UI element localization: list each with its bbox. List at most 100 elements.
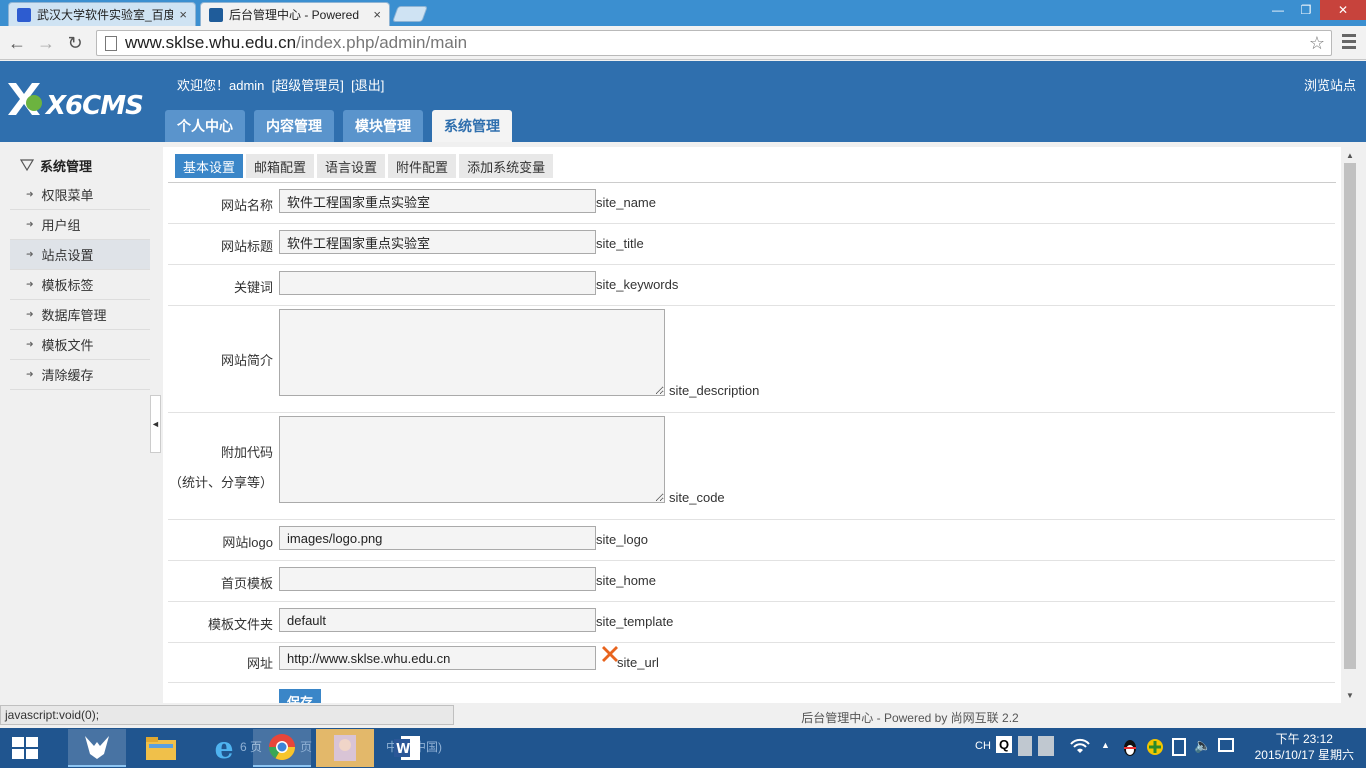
sidebar-item-clear-cache[interactable]: ➜ 清除缓存: [10, 360, 150, 390]
close-tab-icon[interactable]: ×: [373, 7, 381, 22]
form-row-site-home: 首页模板 site_home: [168, 561, 1335, 602]
scroll-up-icon[interactable]: ▲: [1342, 147, 1358, 163]
browser-menu-icon[interactable]: [1342, 34, 1356, 52]
subtab-basic-settings[interactable]: 基本设置: [175, 154, 244, 178]
arrow-icon: ➜: [26, 339, 34, 349]
footer-text: 后台管理中心 - Powered by: [801, 711, 948, 725]
browse-site-link[interactable]: 浏览站点: [1304, 75, 1356, 94]
field-var-name: site_name: [596, 195, 656, 210]
taskbar-word-icon[interactable]: W: [378, 729, 436, 767]
tab-module-management[interactable]: 模块管理: [343, 110, 423, 142]
sidebar-item-database[interactable]: ➜ 数据库管理: [10, 300, 150, 330]
field-var-name: site_description: [669, 383, 760, 398]
battery-icon[interactable]: [1172, 738, 1186, 756]
welcome-bar: 欢迎您！admin [超级管理员] [退出]: [177, 75, 384, 94]
close-tab-icon[interactable]: ×: [179, 7, 187, 22]
sidebar-item-site-settings[interactable]: ➜ 站点设置: [10, 240, 150, 270]
scrollbar-thumb[interactable]: [1344, 163, 1356, 669]
sidebar-item-permission-menu[interactable]: ➜ 权限菜单: [10, 180, 150, 210]
field-label: 首页模板: [220, 576, 273, 591]
footer-brand-link[interactable]: 尚网互联: [951, 711, 999, 725]
new-tab-button[interactable]: [392, 6, 428, 22]
site-name-input[interactable]: [279, 189, 596, 213]
ime-tool-icon[interactable]: [1018, 736, 1032, 756]
arrow-icon: ➜: [26, 219, 34, 229]
security-plus-icon[interactable]: [1146, 738, 1164, 756]
site-home-input[interactable]: [279, 567, 596, 591]
field-label: 模板文件夹: [207, 617, 273, 632]
site-template-input[interactable]: [279, 608, 596, 632]
site-logo-input[interactable]: [279, 526, 596, 550]
role-link[interactable]: [超级管理员]: [272, 78, 344, 93]
taskbar-fox-app-icon[interactable]: [68, 729, 126, 767]
svg-text:W: W: [396, 742, 410, 757]
baidu-paw-icon: [17, 7, 31, 22]
volume-icon[interactable]: 🔈: [1194, 737, 1211, 754]
sidebar-collapse-handle[interactable]: ◄: [150, 395, 161, 453]
save-button[interactable]: 保存: [279, 689, 321, 703]
site-url-input[interactable]: [279, 646, 596, 670]
bookmark-star-icon[interactable]: ☆: [1309, 33, 1325, 54]
back-arrow-icon[interactable]: ←: [6, 32, 28, 54]
taskbar-clock[interactable]: 下午 23:12 2015/10/17 星期六: [1255, 731, 1354, 763]
subtab-attachment-config[interactable]: 附件配置: [388, 154, 457, 178]
browser-tab-admin[interactable]: 后台管理中心 - Powered ×: [200, 2, 390, 26]
subtab-language[interactable]: 语言设置: [317, 154, 386, 178]
lang-indicator[interactable]: CH: [975, 740, 991, 752]
wifi-icon[interactable]: [1070, 738, 1090, 754]
site-title-input[interactable]: [279, 230, 596, 254]
arrow-icon: ➜: [26, 309, 34, 319]
site-keywords-input[interactable]: [279, 271, 596, 295]
ime-icon[interactable]: Q: [996, 736, 1013, 753]
field-label: 网址: [246, 656, 273, 671]
site-favicon-icon: [209, 7, 223, 22]
minimize-icon[interactable]: —: [1264, 0, 1292, 20]
field-var-name: site_title: [596, 236, 644, 251]
tab-system-management[interactable]: 系统管理: [432, 110, 512, 142]
clock-time: 下午 23:12: [1275, 732, 1333, 746]
browser-tab-baidu[interactable]: 武汉大学软件实验室_百度 ×: [8, 2, 196, 26]
scroll-down-icon[interactable]: ▼: [1342, 687, 1358, 703]
status-url-bubble: javascript:void(0);: [0, 705, 454, 725]
windows-start-icon[interactable]: [12, 737, 38, 759]
taskbar-photo-app-icon[interactable]: [316, 729, 374, 767]
sidebar-item-template-tags[interactable]: ➜ 模板标签: [10, 270, 150, 300]
sidebar-item-template-files[interactable]: ➜ 模板文件: [10, 330, 150, 360]
form-row-site-code: 附加代码 （统计、分享等） site_code: [168, 413, 1335, 520]
sidebar-item-user-group[interactable]: ➜ 用户组: [10, 210, 150, 240]
form-row-site-name: 网站名称 site_name: [168, 183, 1335, 224]
restore-icon[interactable]: ❐: [1292, 0, 1320, 20]
site-code-textarea[interactable]: [279, 416, 665, 503]
arrow-icon: ➜: [26, 369, 34, 379]
tab-title: 武汉大学软件实验室_百度: [37, 8, 174, 22]
logout-link[interactable]: [退出]: [351, 78, 384, 93]
clock-date: 2015/10/17 星期六: [1254, 748, 1354, 762]
ime-tool2-icon[interactable]: [1038, 736, 1054, 756]
window-close-icon[interactable]: ✕: [1320, 0, 1366, 20]
form-row-site-keywords: 关键词 site_keywords: [168, 265, 1335, 306]
sidebar-title: 系统管理: [10, 150, 150, 180]
forward-arrow-icon[interactable]: →: [35, 32, 57, 54]
taskbar-faint-label: 页: [300, 740, 313, 754]
sidebar-title-text: 系统管理: [40, 158, 93, 174]
subtab-email-config[interactable]: 邮箱配置: [246, 154, 315, 178]
field-var-name: site_keywords: [596, 277, 679, 292]
form-row-site-title: 网站标题 site_title: [168, 224, 1335, 265]
arrow-icon: ➜: [26, 249, 34, 259]
reload-icon[interactable]: ↻: [64, 32, 86, 54]
tab-personal-center[interactable]: 个人中心: [165, 110, 245, 142]
content-scrollbar[interactable]: ▲ ▼: [1342, 147, 1358, 703]
address-bar[interactable]: www.sklse.whu.edu.cn/index.php/admin/mai…: [96, 30, 1332, 56]
qq-penguin-icon[interactable]: [1122, 738, 1138, 756]
tab-content-management[interactable]: 内容管理: [254, 110, 334, 142]
action-center-icon[interactable]: [1218, 738, 1234, 752]
taskbar-explorer-icon[interactable]: [132, 729, 190, 767]
show-hidden-icons-icon[interactable]: ▲: [1101, 740, 1110, 750]
sidebar-item-label: 模板标签: [41, 278, 94, 293]
subtab-add-system-variable[interactable]: 添加系统变量: [459, 154, 554, 178]
url-path: /index.php/admin/main: [296, 33, 468, 52]
field-label: 附加代码: [220, 445, 273, 460]
site-description-textarea[interactable]: [279, 309, 665, 396]
sidebar-down-arrow-icon: [20, 159, 34, 172]
field-var-name: site_template: [596, 614, 674, 629]
